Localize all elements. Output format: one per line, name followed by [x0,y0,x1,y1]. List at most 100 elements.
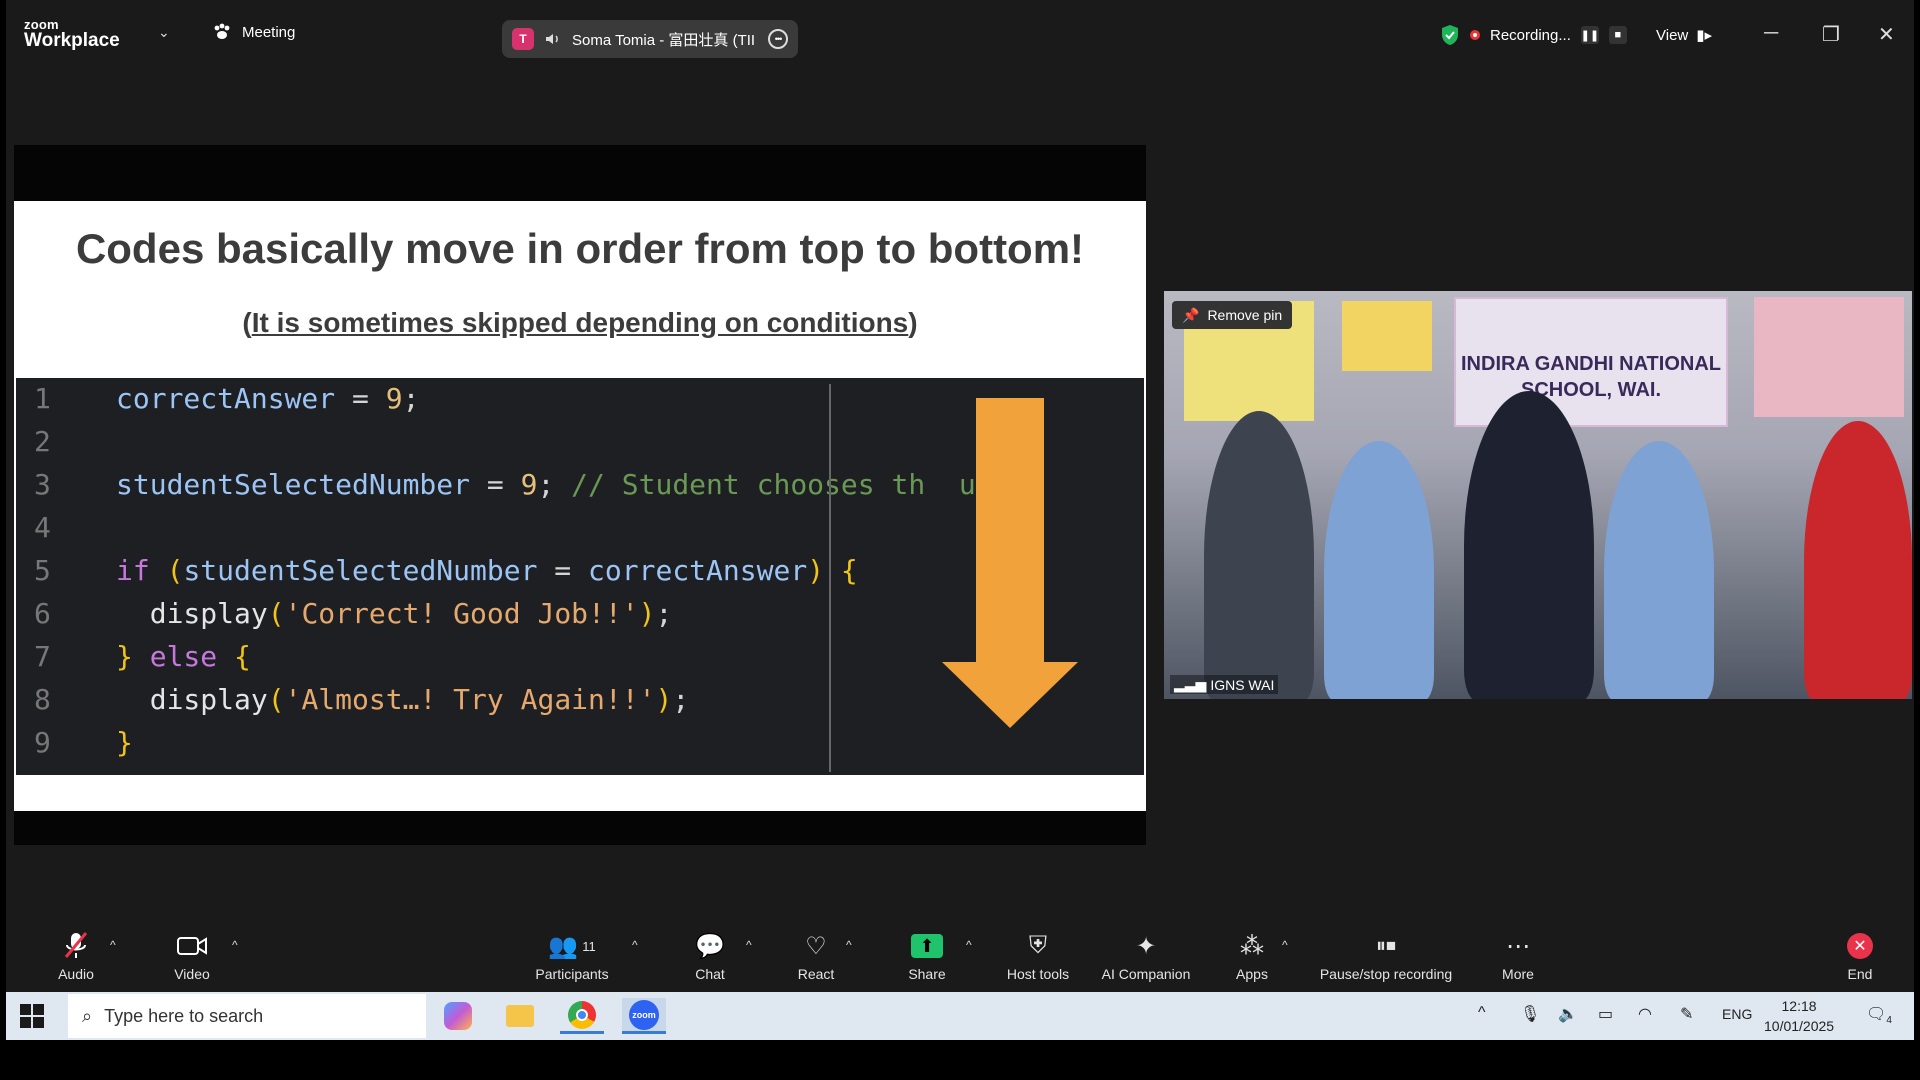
windows-start-icon[interactable] [20,1004,44,1028]
ai-companion-label: AI Companion [1101,966,1191,982]
paw-icon [214,23,230,39]
code-text: } [116,726,133,759]
speaker-icon [546,34,558,44]
react-caret-icon[interactable]: ^ [846,938,852,952]
remove-pin-button[interactable]: 📌 Remove pin [1172,301,1293,329]
chevron-down-icon[interactable]: ⌄ [158,24,170,41]
share-button[interactable]: ⬆ Share [902,930,952,982]
chat-button[interactable]: 💬 Chat [686,930,734,983]
view-icon: ▮▸ [1696,27,1713,44]
signal-icon: ▂▃▅ [1174,676,1207,692]
close-icon[interactable]: ✕ [1878,22,1895,47]
view-label: View [1656,26,1689,44]
line-number: 9 [34,726,51,759]
participants-icon: 👥 [548,932,579,960]
notifications-icon[interactable]: 🗨4 [1866,1004,1892,1026]
share-label: Share [908,966,946,982]
clock-time: 12:18 [1781,998,1817,1014]
apps-button[interactable]: ⁂ Apps [1228,930,1276,983]
participants-caret-icon[interactable]: ^ [632,938,638,952]
audio-label: Audio [58,966,94,982]
heart-icon: ♡ [805,932,827,960]
code-text: display('Correct! Good Job!!'); [149,597,673,630]
speaker-avatar: T [512,28,534,50]
zoom-app-icon[interactable]: zoom [622,998,666,1034]
wall-poster [1754,297,1904,417]
end-button[interactable]: ✕ End [1840,930,1880,982]
file-explorer-icon[interactable] [498,998,542,1034]
logo-line2: Workplace [24,30,120,51]
battery-icon[interactable]: ▭ [1598,1004,1613,1024]
pause-recording-icon[interactable]: ❚❚ [1581,26,1599,44]
audio-button[interactable]: Audio [50,930,102,982]
chat-icon: 💬 [695,932,725,960]
more-options-icon[interactable]: ••• [768,29,788,49]
active-speaker-pill[interactable]: T Soma Tomia - 富田壮真 (TII ••• [502,20,798,58]
school-banner: INDIRA GANDHI NATIONAL SCHOOL, WAI. [1454,297,1728,427]
host-tools-button[interactable]: ⛨ Host tools [998,930,1078,982]
wifi-icon[interactable]: ◠ [1638,1004,1652,1024]
stop-recording-icon[interactable]: ■ [1608,26,1627,44]
security-shield-icon[interactable] [1440,24,1460,46]
restore-icon[interactable]: ❐ [1822,22,1840,47]
slide-title: Codes basically move in order from top t… [75,225,1085,272]
wall-poster [1342,301,1432,371]
apps-caret-icon[interactable]: ^ [1282,938,1288,952]
language-indicator[interactable]: ENG [1722,1006,1752,1022]
clock-date: 10/01/2025 [1764,1018,1835,1034]
react-label: React [797,966,835,982]
ai-companion-button[interactable]: ✦ AI Companion [1096,930,1196,983]
code-block: 9} 8 display('Almost…! Try Again!!'); 7} e… [16,378,1144,775]
code-text: correctAnswer = 9; [116,382,420,415]
view-button[interactable]: View ▮▸ [1656,26,1713,45]
taskbar-search[interactable]: ⌕ Type here to search [68,994,426,1038]
chat-caret-icon[interactable]: ^ [746,938,752,952]
video-caret-icon[interactable]: ^ [232,938,238,952]
meeting-toolbar: Audio ^ Video ^ 👥 11 Participants ^ 💬 Cha… [6,920,1914,992]
more-icon: ⋯ [1506,932,1530,960]
participant-label: ▂▃▅ IGNS WAI [1170,675,1279,694]
participant-video[interactable]: INDIRA GANDHI NATIONAL SCHOOL, WAI. 📌 Re… [1164,291,1912,699]
presentation-slide: Codes basically move in order from top t… [14,201,1146,811]
pause-stop-recording-button[interactable]: ⏸⏹ Pause/stop recording [1312,930,1460,983]
code-line: 9} [16,726,1144,768]
share-screen-icon: ⬆ [911,934,943,958]
microphone-muted-icon [64,932,88,958]
person [1464,391,1594,699]
code-text: display('Almost…! Try Again!!'); [149,683,690,716]
minimize-icon[interactable]: ─ [1764,22,1778,45]
person [1804,421,1912,699]
zoom-window: zoom Workplace ⌄ Meeting T Soma Tomia - … [6,0,1914,992]
code-text: studentSelectedNumber = 9; // Student ch… [116,468,1044,501]
pen-icon[interactable]: ✎ [1680,1004,1693,1024]
sparkle-icon: ✦ [1135,932,1157,960]
tray-overflow-icon[interactable]: ^ [1478,1004,1486,1022]
copilot-app-icon[interactable] [436,998,480,1034]
code-text: } else { [116,640,251,673]
video-button[interactable]: Video [166,930,218,982]
code-text: if (studentSelectedNumber = correctAnswe… [116,554,858,587]
line-number: 1 [34,382,51,415]
chrome-app-icon[interactable] [560,998,604,1034]
taskbar-clock[interactable]: 12:18 10/01/2025 [1764,996,1834,1036]
react-button[interactable]: ♡ React [792,930,840,983]
line-number: 2 [34,425,51,458]
video-label: Video [174,966,210,982]
line-number: 3 [34,468,51,501]
recording-status: Recording... ❚❚ ■ [1440,24,1627,46]
recording-label: Recording... [1490,26,1571,44]
more-button[interactable]: ⋯ More [1496,930,1540,983]
apps-label: Apps [1236,966,1268,982]
participants-button[interactable]: 👥 11 Participants [526,930,618,983]
meeting-label: Meeting [242,23,296,41]
volume-icon[interactable]: 🔈 [1558,1004,1578,1024]
windows-taskbar: ⌕ Type here to search zoom ^ 🎙 🔈 ▭ ◠ ✎ E… [6,992,1914,1040]
line-number: 7 [34,640,51,673]
meeting-info-button[interactable]: Meeting [212,22,295,42]
audio-caret-icon[interactable]: ^ [110,938,116,952]
more-label: More [1502,966,1534,982]
line-number: 6 [34,597,51,630]
share-caret-icon[interactable]: ^ [966,938,972,952]
host-tools-label: Host tools [1006,966,1070,982]
microphone-icon[interactable]: 🎙 [1520,1004,1540,1024]
